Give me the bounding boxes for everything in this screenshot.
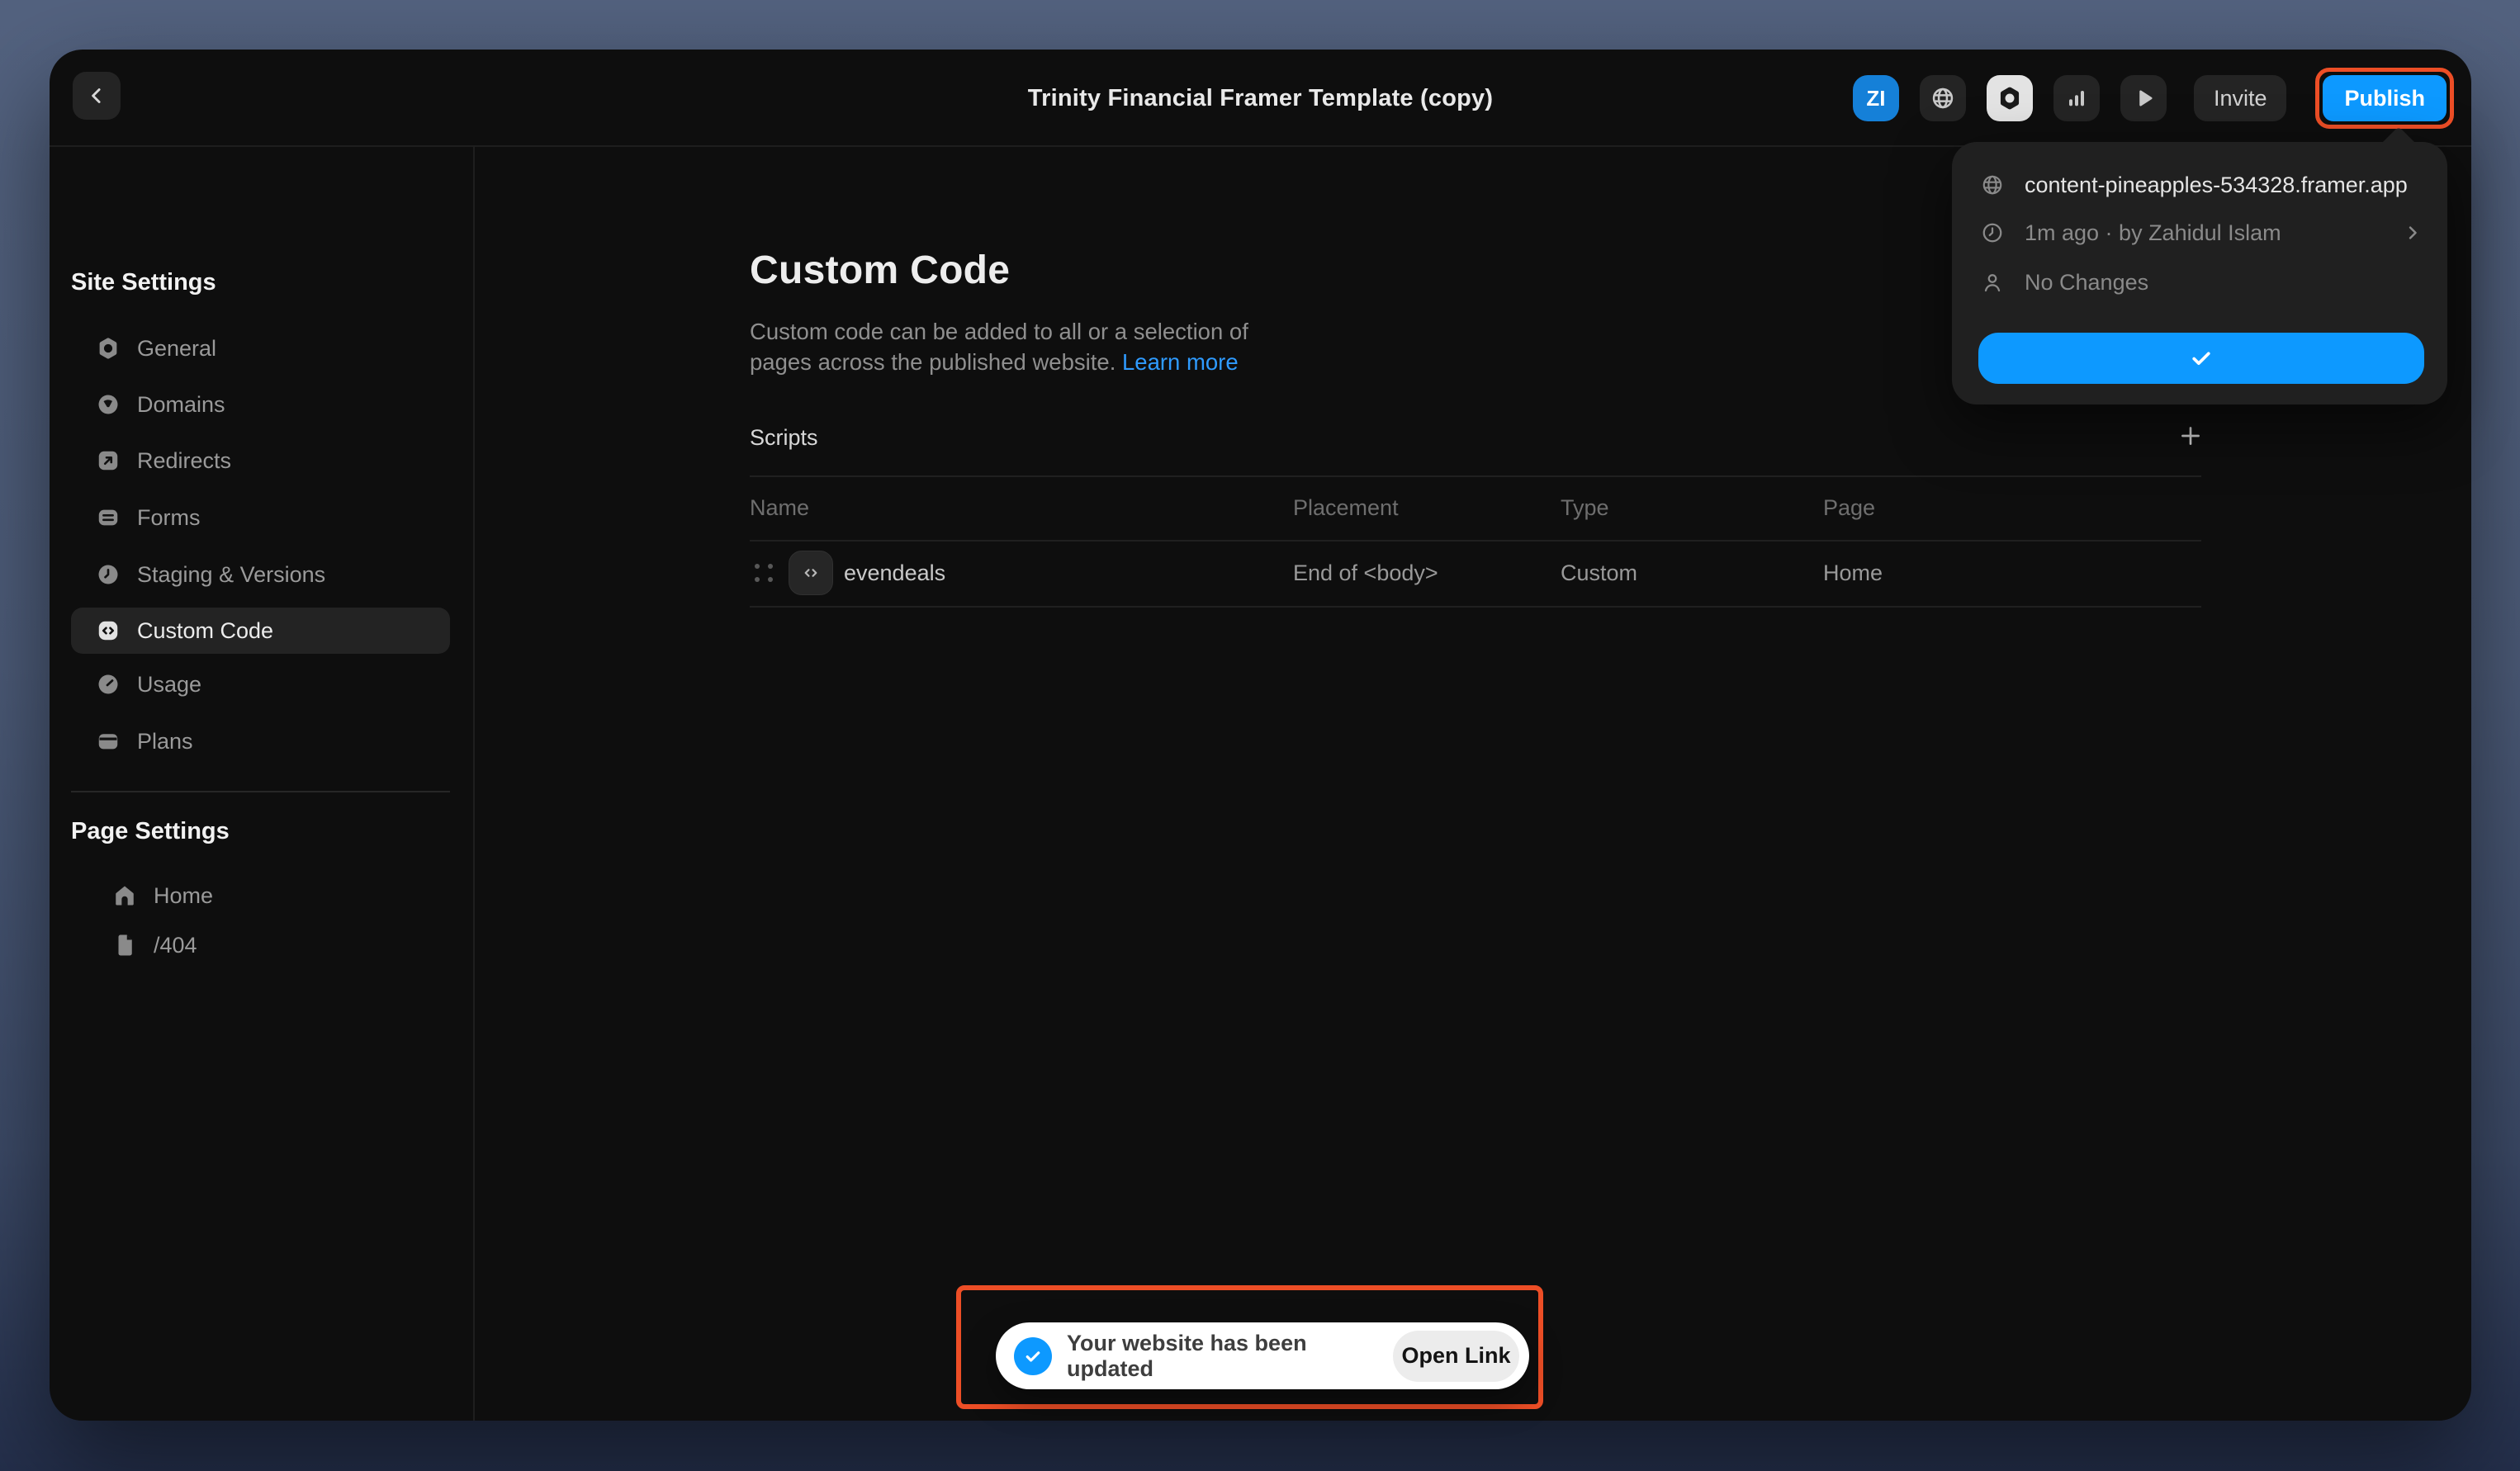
page-settings-title: Page Settings xyxy=(71,818,230,845)
table-row[interactable]: evendeals End of <body> Custom Home xyxy=(750,542,2201,604)
invite-button[interactable]: Invite xyxy=(2194,75,2287,121)
description-line1: Custom code can be added to all or a sel… xyxy=(750,319,1248,344)
form-lines-icon xyxy=(96,505,121,530)
column-header-type: Type xyxy=(1561,494,1609,522)
sidebar-item-label: Staging & Versions xyxy=(137,562,325,588)
gauge-icon xyxy=(96,672,121,697)
check-circle-icon xyxy=(1014,1337,1052,1375)
sidebar: Site Settings General Domains Redirects xyxy=(50,147,475,1421)
sidebar-item-redirects[interactable]: Redirects xyxy=(71,438,450,484)
sidebar-item-usage[interactable]: Usage xyxy=(71,661,450,707)
main-heading: Custom Code xyxy=(750,248,1010,293)
column-header-page: Page xyxy=(1823,494,1875,522)
sidebar-item-label: General xyxy=(137,336,216,362)
sidebar-item-forms[interactable]: Forms xyxy=(71,494,450,541)
nut-icon xyxy=(96,336,121,361)
credit-card-icon xyxy=(96,729,121,754)
table-border-top xyxy=(750,475,2201,477)
table-border-bottom xyxy=(750,606,2201,608)
changes-status: No Changes xyxy=(2025,270,2148,296)
sidebar-item-plans[interactable]: Plans xyxy=(71,718,450,764)
sidebar-item-staging-versions[interactable]: Staging & Versions xyxy=(71,551,450,598)
open-link-button[interactable]: Open Link xyxy=(1393,1331,1519,1382)
analytics-button[interactable] xyxy=(2053,75,2100,121)
person-icon xyxy=(1980,270,2005,295)
scripts-table-header: Name Placement Type Page xyxy=(750,494,2201,522)
user-avatar[interactable]: ZI xyxy=(1853,75,1899,121)
check-icon xyxy=(2187,344,2215,372)
desktop-background: Trinity Financial Framer Template (copy)… xyxy=(0,0,2520,1471)
header-bar: Trinity Financial Framer Template (copy)… xyxy=(50,50,2471,147)
annotation-publish-highlight: Publish xyxy=(2315,68,2454,129)
popover-changes-row: No Changes xyxy=(1980,266,2424,299)
globe-icon xyxy=(1930,85,1956,111)
publish-confirm-button[interactable] xyxy=(1978,333,2424,384)
column-header-placement: Placement xyxy=(1293,494,1399,522)
clock-filled-icon xyxy=(96,562,121,587)
sidebar-item-label: /404 xyxy=(154,933,197,958)
toast-message: Your website has been updated xyxy=(1067,1331,1393,1382)
sidebar-item-label: Home xyxy=(154,883,213,909)
settings-nut-icon xyxy=(1997,85,2023,111)
sidebar-item-label: Forms xyxy=(137,505,201,531)
arrow-up-right-icon xyxy=(96,448,121,473)
sidebar-item-general[interactable]: General xyxy=(71,325,450,371)
framer-settings-window: Trinity Financial Framer Template (copy)… xyxy=(50,50,2471,1421)
play-icon xyxy=(2131,86,2156,111)
sidebar-item-label: Custom Code xyxy=(137,618,273,644)
script-code-icon xyxy=(789,551,833,595)
drag-handle[interactable] xyxy=(755,564,773,582)
sidebar-item-home[interactable]: Home xyxy=(71,873,450,919)
script-type: Custom xyxy=(1561,542,1637,604)
chevron-right-icon[interactable] xyxy=(2401,221,2424,244)
sidebar-item-404[interactable]: /404 xyxy=(71,922,450,968)
update-toast: Your website has been updated Open Link xyxy=(996,1322,1529,1389)
description-line2: pages across the published website. xyxy=(750,349,1116,375)
code-brackets-icon xyxy=(96,618,121,643)
script-name: evendeals xyxy=(844,542,945,604)
site-settings-button-active[interactable] xyxy=(1987,75,2033,121)
publish-popover: content-pineapples-534328.framer.app 1m … xyxy=(1952,142,2447,404)
column-header-name: Name xyxy=(750,494,809,522)
publish-button[interactable]: Publish xyxy=(2323,75,2447,121)
home-icon xyxy=(112,883,137,908)
clock-icon xyxy=(1980,220,2005,245)
preview-globe-button[interactable] xyxy=(1920,75,1966,121)
scripts-section-title: Scripts xyxy=(750,425,818,451)
sidebar-item-label: Redirects xyxy=(137,448,231,474)
preview-play-button[interactable] xyxy=(2120,75,2167,121)
sidebar-item-domains[interactable]: Domains xyxy=(71,381,450,428)
globe-filled-icon xyxy=(96,392,121,417)
plus-icon xyxy=(2177,423,2204,449)
last-published-meta: 1m ago · by Zahidul Islam xyxy=(2025,220,2281,246)
header-actions: ZI xyxy=(1853,50,2454,147)
popover-domain-row[interactable]: content-pineapples-534328.framer.app xyxy=(1980,168,2424,201)
main-description: Custom code can be added to all or a sel… xyxy=(750,316,1248,377)
learn-more-link[interactable]: Learn more xyxy=(1122,349,1239,375)
page-icon xyxy=(112,933,137,958)
published-domain[interactable]: content-pineapples-534328.framer.app xyxy=(2025,173,2408,198)
globe-icon xyxy=(1980,173,2005,197)
site-settings-title: Site Settings xyxy=(71,269,216,296)
sidebar-divider xyxy=(71,791,450,792)
bar-chart-icon xyxy=(2064,86,2089,111)
popover-history-row[interactable]: 1m ago · by Zahidul Islam xyxy=(1980,216,2424,249)
sidebar-item-custom-code[interactable]: Custom Code xyxy=(71,608,450,654)
script-placement: End of <body> xyxy=(1293,542,1438,604)
add-script-button[interactable] xyxy=(2172,417,2210,455)
sidebar-item-label: Domains xyxy=(137,392,225,418)
sidebar-item-label: Usage xyxy=(137,672,201,698)
script-page: Home xyxy=(1823,542,1883,604)
sidebar-item-label: Plans xyxy=(137,729,193,754)
